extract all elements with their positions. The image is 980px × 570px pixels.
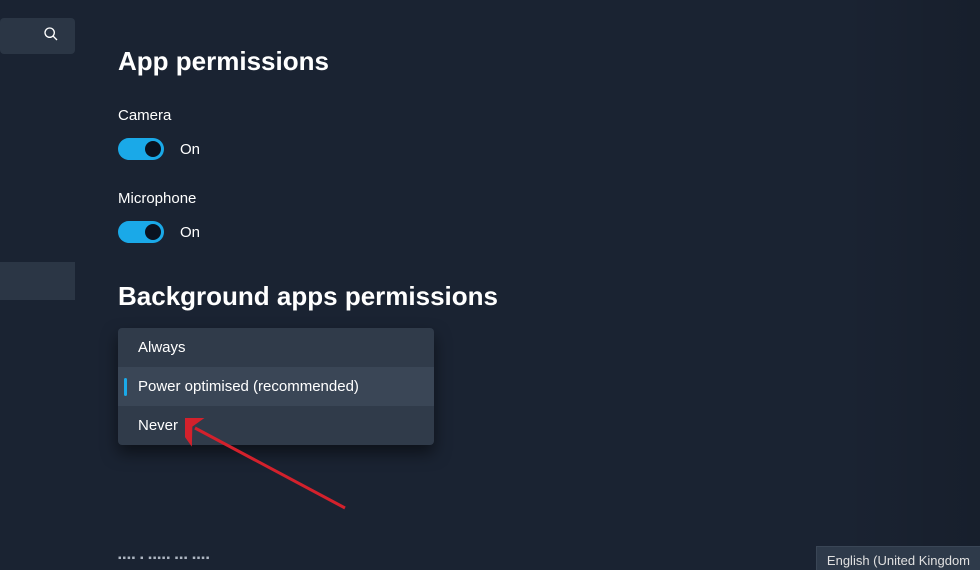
background-apps-heading: Background apps permissions <box>118 281 818 312</box>
footer-dotted-text: ▪▪▪▪ ▪ ▪▪▪▪▪ ▪▪▪ ▪▪▪▪ <box>118 553 210 564</box>
camera-permission-row: Camera On <box>118 107 818 160</box>
toggle-knob <box>145 224 161 240</box>
microphone-toggle-state: On <box>180 224 200 241</box>
microphone-toggle[interactable] <box>118 221 164 243</box>
camera-label: Camera <box>118 107 818 124</box>
search-icon <box>43 26 59 47</box>
camera-toggle-state: On <box>180 141 200 158</box>
camera-toggle-row: On <box>118 138 818 160</box>
sidebar-selected-item[interactable] <box>0 262 75 300</box>
language-indicator[interactable]: English (United Kingdom <box>816 546 980 570</box>
microphone-label: Microphone <box>118 190 818 207</box>
right-shadow-overlay <box>840 0 980 570</box>
camera-toggle[interactable] <box>118 138 164 160</box>
toggle-knob <box>145 141 161 157</box>
microphone-permission-row: Microphone On <box>118 190 818 243</box>
search-box[interactable] <box>0 18 75 54</box>
dropdown-option-always[interactable]: Always <box>118 328 434 367</box>
dropdown-option-never[interactable]: Never <box>118 406 434 445</box>
microphone-toggle-row: On <box>118 221 818 243</box>
settings-content: App permissions Camera On Microphone On … <box>118 46 818 445</box>
app-permissions-heading: App permissions <box>118 46 818 77</box>
dropdown-option-power-optimised[interactable]: Power optimised (recommended) <box>118 367 434 406</box>
background-apps-dropdown[interactable]: Always Power optimised (recommended) Nev… <box>118 328 434 445</box>
